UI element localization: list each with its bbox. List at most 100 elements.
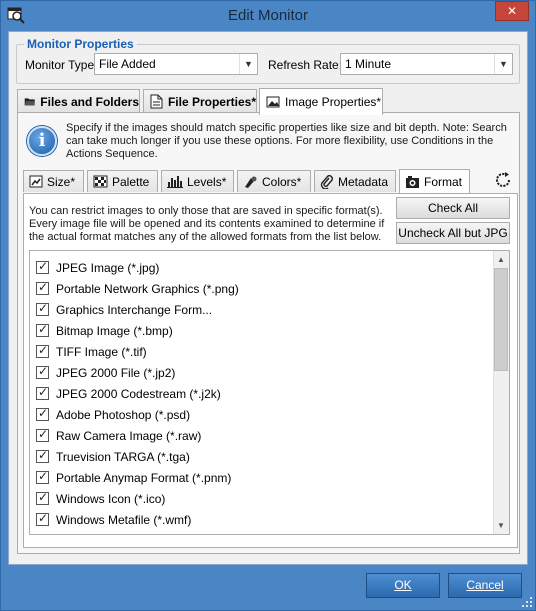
format-description: You can restrict images to only those th… xyxy=(29,205,385,243)
list-item[interactable]: ✓ Windows Metafile (*.wmf) xyxy=(36,509,191,530)
list-item[interactable]: ✓ JPEG 2000 Codestream (*.j2k) xyxy=(36,383,221,404)
list-item-label: TIFF Image (*.tif) xyxy=(56,344,147,359)
list-item-label: Portable Network Graphics (*.png) xyxy=(56,281,239,296)
info-icon: i xyxy=(27,126,57,156)
subtab-metadata[interactable]: Metadata xyxy=(314,170,396,192)
list-item-label: Adobe Photoshop (*.psd) xyxy=(56,407,191,422)
checkmark-icon: ✓ xyxy=(38,343,49,357)
checkmark-icon: ✓ xyxy=(38,385,49,399)
close-button[interactable]: ✕ xyxy=(495,1,529,21)
checkbox[interactable]: ✓ xyxy=(36,259,49,274)
checkmark-icon: ✓ xyxy=(38,259,49,273)
checkbox[interactable]: ✓ xyxy=(36,301,49,316)
checkbox[interactable]: ✓ xyxy=(36,385,49,400)
subtab-levels[interactable]: Levels* xyxy=(161,170,234,192)
refresh-rate-select[interactable]: 1 Minute ▼ xyxy=(340,53,513,75)
tab-files-and-folders[interactable]: Files and Folders xyxy=(17,89,140,113)
checkbox[interactable]: ✓ xyxy=(36,280,49,295)
subtab-label: Format xyxy=(424,174,463,189)
monitor-type-value: File Added xyxy=(99,57,156,71)
chevron-down-icon[interactable]: ▼ xyxy=(239,54,257,74)
checkbox[interactable]: ✓ xyxy=(36,469,49,484)
scroll-up-arrow-icon[interactable]: ▲ xyxy=(494,252,508,268)
checkmark-icon: ✓ xyxy=(38,490,49,504)
folder-icon xyxy=(24,98,36,106)
monitor-type-select[interactable]: File Added ▼ xyxy=(94,53,258,75)
list-item[interactable]: ✓ Raw Camera Image (*.raw) xyxy=(36,425,201,446)
list-item[interactable]: ✓ Windows Icon (*.ico) xyxy=(36,488,165,509)
window-title: Edit Monitor xyxy=(227,7,309,24)
subtab-size[interactable]: Size* xyxy=(23,170,84,192)
checkbox[interactable]: ✓ xyxy=(36,406,49,421)
checkmark-icon: ✓ xyxy=(38,511,49,525)
size-icon xyxy=(29,175,43,188)
refresh-rate-label: Refresh Rate: xyxy=(268,58,343,72)
checkbox[interactable]: ✓ xyxy=(36,490,49,505)
file-properties-icon xyxy=(150,94,163,109)
list-item[interactable]: ✓ Truevision TARGA (*.tga) xyxy=(36,446,190,467)
colors-icon xyxy=(245,176,257,188)
list-item[interactable]: ✓ Portable Network Graphics (*.png) xyxy=(36,278,239,299)
subtab-label: Size* xyxy=(47,174,76,189)
ok-button[interactable]: OK xyxy=(366,573,440,598)
checkmark-icon: ✓ xyxy=(38,406,49,420)
subtab-format[interactable]: Format xyxy=(399,169,470,193)
scroll-thumb[interactable] xyxy=(494,268,508,371)
list-item[interactable]: ✓ Graphics Interchange Form... xyxy=(36,299,212,320)
list-item[interactable]: ✓ Portable Anymap Format (*.pnm) xyxy=(36,467,231,488)
subtab-label: Metadata xyxy=(338,174,389,189)
list-item[interactable]: ✓ Bitmap Image (*.bmp) xyxy=(36,320,173,341)
list-item[interactable]: ✓ JPEG Image (*.jpg) xyxy=(36,257,159,278)
subtab-palette[interactable]: Palette xyxy=(87,170,158,192)
cancel-button[interactable]: Cancel xyxy=(448,573,522,598)
checkmark-icon: ✓ xyxy=(38,322,49,336)
list-item-label: Windows Metafile (*.wmf) xyxy=(56,512,192,527)
checkmark-icon: ✓ xyxy=(38,427,49,441)
checkbox[interactable]: ✓ xyxy=(36,322,49,337)
format-list[interactable]: ✓ JPEG Image (*.jpg) ✓ Portable Network … xyxy=(29,250,510,535)
palette-icon xyxy=(93,175,108,188)
tab-label: Image Properties* xyxy=(285,95,382,109)
checkmark-icon: ✓ xyxy=(38,469,49,483)
list-item-label: Windows Icon (*.ico) xyxy=(56,491,166,506)
list-item[interactable]: ✓ Adobe Photoshop (*.psd) xyxy=(36,404,190,425)
list-item-label: Truevision TARGA (*.tga) xyxy=(56,449,190,464)
image-properties-icon xyxy=(266,96,280,108)
monitor-type-label: Monitor Type: xyxy=(25,58,98,72)
subtab-label: Levels* xyxy=(187,174,227,189)
list-item-label: Portable Anymap Format (*.pnm) xyxy=(56,470,232,485)
checkbox[interactable]: ✓ xyxy=(36,343,49,358)
subtab-label: Palette xyxy=(112,174,150,189)
checkbox[interactable]: ✓ xyxy=(36,364,49,379)
chevron-down-icon[interactable]: ▼ xyxy=(494,54,512,74)
checkmark-icon: ✓ xyxy=(38,364,49,378)
checkbox[interactable]: ✓ xyxy=(36,511,49,526)
list-item[interactable]: ✓ JPEG 2000 File (*.jp2) xyxy=(36,362,175,383)
paperclip-icon xyxy=(320,174,333,189)
list-item-label: Graphics Interchange Form... xyxy=(56,302,213,317)
levels-icon xyxy=(167,176,183,188)
info-text: Specify if the images should match speci… xyxy=(66,122,507,160)
checkbox[interactable]: ✓ xyxy=(36,427,49,442)
list-item[interactable]: ✓ TIFF Image (*.tif) xyxy=(36,341,147,362)
tab-label: Files and Folders xyxy=(40,94,139,109)
list-item-label: JPEG Image (*.jpg) xyxy=(56,260,160,275)
list-item-label: JPEG 2000 Codestream (*.j2k) xyxy=(56,386,221,401)
tab-label: File Properties* xyxy=(167,94,256,109)
list-item-label: Bitmap Image (*.bmp) xyxy=(56,323,173,338)
scroll-down-arrow-icon[interactable]: ▼ xyxy=(494,518,508,534)
resize-grip-icon[interactable] xyxy=(521,596,533,608)
refresh-icon[interactable] xyxy=(493,170,513,190)
checkbox[interactable]: ✓ xyxy=(36,448,49,463)
tab-file-properties[interactable]: File Properties* xyxy=(143,89,257,113)
list-item-label: Raw Camera Image (*.raw) xyxy=(56,428,202,443)
uncheck-all-but-jpg-button[interactable]: Uncheck All but JPG xyxy=(396,222,510,244)
checkmark-icon: ✓ xyxy=(38,448,49,462)
checkmark-icon: ✓ xyxy=(38,301,49,315)
refresh-rate-value: 1 Minute xyxy=(345,57,392,71)
subtab-colors[interactable]: Colors* xyxy=(237,170,311,192)
check-all-button[interactable]: Check All xyxy=(396,197,510,219)
monitor-properties-title: Monitor Properties xyxy=(24,37,137,51)
list-item-label: JPEG 2000 File (*.jp2) xyxy=(56,365,176,380)
tab-image-properties[interactable]: Image Properties* xyxy=(259,88,383,115)
